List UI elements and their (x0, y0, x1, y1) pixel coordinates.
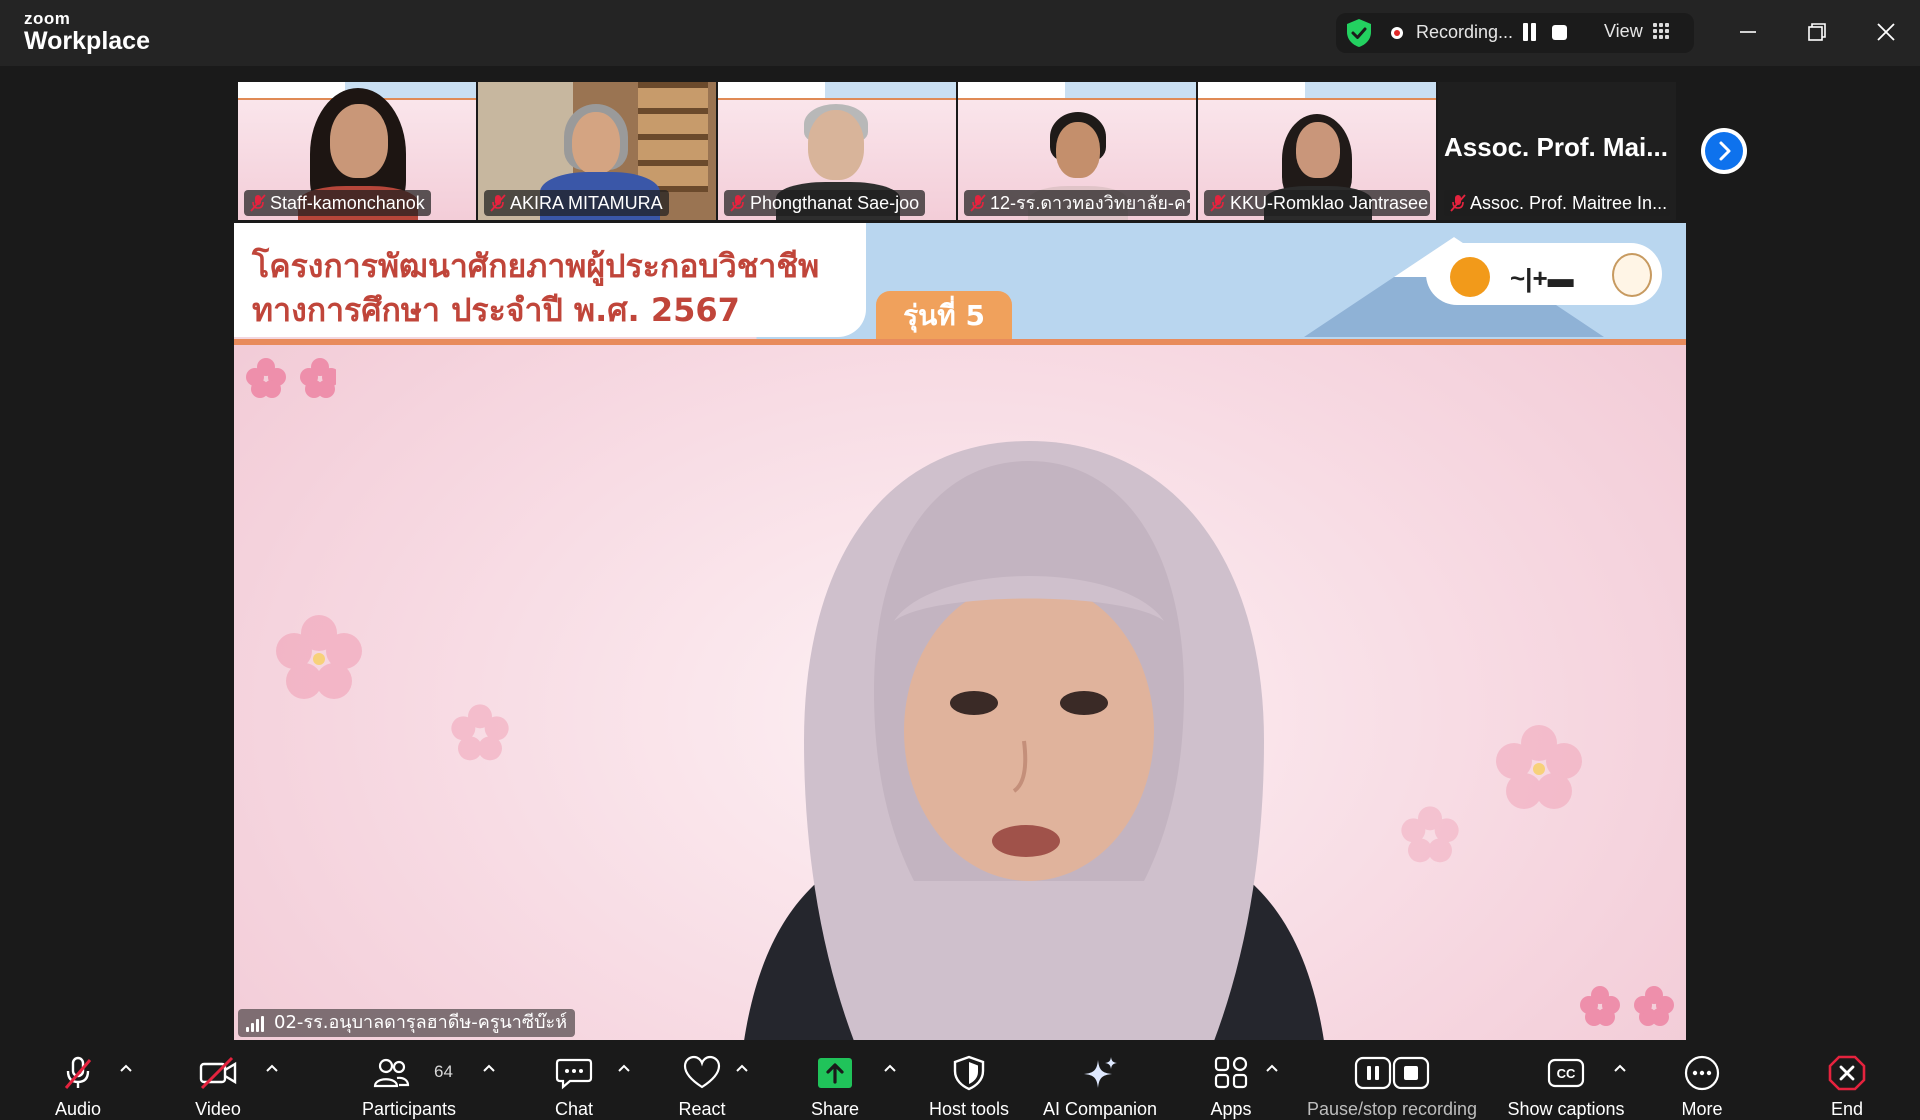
sakura-decoration (451, 704, 509, 761)
restore-icon (1808, 23, 1826, 41)
thumbnail-name-label: Assoc. Prof. Maitree In... (1444, 190, 1670, 216)
recording-dot-icon (1391, 27, 1403, 39)
audio-options-caret-icon[interactable] (118, 1062, 134, 1074)
participant-thumbnail[interactable]: Phongthanat Sae-joo (718, 82, 956, 220)
next-page-button[interactable] (1701, 128, 1747, 174)
close-button[interactable] (1866, 14, 1906, 50)
pause-stop-recording-icon (1354, 1056, 1430, 1090)
zoom-workplace-logo: zoom Workplace (24, 10, 150, 54)
participants-options-caret-icon[interactable] (481, 1062, 497, 1074)
chat-button[interactable]: Chat (544, 1040, 604, 1120)
active-speaker-name-label: 02-รร.อนุบาลดารุลฮาดีษ-ครูนาซีบ๊ะห์ (238, 1009, 576, 1037)
closed-captions-icon: CC (1547, 1058, 1585, 1088)
connection-signal-icon (246, 1016, 266, 1032)
ai-companion-button[interactable]: AI Companion (1036, 1040, 1164, 1120)
microphone-muted-icon (64, 1056, 92, 1089)
minimize-icon (1740, 31, 1756, 33)
video-options-caret-icon[interactable] (264, 1062, 280, 1074)
stop-recording-icon[interactable] (1552, 25, 1567, 40)
participant-thumbnail[interactable]: Assoc. Prof. Mai... Assoc. Prof. Maitree… (1438, 82, 1676, 220)
pause-recording-icon[interactable] (1522, 23, 1538, 43)
more-button[interactable]: More (1674, 1040, 1730, 1120)
logo-small-text: zoom (24, 9, 71, 28)
thumbnail-name-label: Staff-kamonchanok (244, 190, 431, 216)
chat-options-caret-icon[interactable] (616, 1062, 632, 1074)
share-screen-icon (818, 1058, 852, 1088)
chevron-right-icon (1719, 141, 1731, 161)
mic-muted-icon (1210, 194, 1226, 212)
end-meeting-icon (1828, 1055, 1866, 1091)
close-icon (1877, 23, 1895, 41)
share-button[interactable]: Share (800, 1040, 870, 1120)
camera-off-icon (199, 1056, 237, 1090)
participant-thumbnail[interactable]: KKU-Romklao Jantrasee (1198, 82, 1436, 220)
mic-muted-icon (490, 194, 506, 212)
pause-stop-recording-button[interactable]: Pause/stop recording (1300, 1040, 1484, 1120)
react-button[interactable]: React (670, 1040, 734, 1120)
apps-grid-icon (1214, 1056, 1248, 1089)
slide-logo-text: ~|+▬ (1510, 263, 1574, 293)
host-tools-button[interactable]: Host tools (922, 1040, 1016, 1120)
grid-view-icon[interactable] (1653, 23, 1669, 39)
encryption-shield-icon[interactable] (1345, 18, 1373, 48)
audio-button[interactable]: Audio (40, 1040, 116, 1120)
logo-big-text: Workplace (24, 27, 150, 55)
sakura-decoration (246, 358, 336, 398)
minimize-button[interactable] (1728, 14, 1768, 50)
slide-generation-badge: รุ่นที่ 5 (876, 291, 1012, 339)
mic-muted-icon (730, 194, 746, 212)
university-seal-icon (1612, 253, 1652, 297)
apps-options-caret-icon[interactable] (1264, 1062, 1280, 1074)
participants-icon (374, 1058, 410, 1088)
thumbnail-name-label: KKU-Romklao Jantrasee (1204, 190, 1430, 216)
active-speaker-video[interactable]: โครงการพัฒนาศักยภาพผู้ประกอบวิชาชีพ ทางก… (234, 223, 1686, 1041)
participant-thumbnail-strip: Staff-kamonchanok AKIRA MITAMURA Phongth… (238, 82, 1682, 220)
svg-text:CC: CC (1557, 1066, 1576, 1081)
speaker-figure (744, 441, 1324, 1041)
organization-logo-icon (1450, 257, 1490, 297)
chat-bubble-icon (555, 1058, 593, 1090)
thumbnail-name-label: 12-รร.ดาวทองวิทยาลัย-คร... (964, 190, 1190, 216)
sakura-decoration (1496, 725, 1582, 809)
sakura-decoration (1401, 806, 1459, 863)
sparkle-icon (1084, 1057, 1117, 1088)
meeting-toolbar: Audio Video Participants 64 Chat React S… (0, 1040, 1920, 1120)
participant-thumbnail[interactable]: AKIRA MITAMURA (478, 82, 716, 220)
recording-status: Recording... (1416, 22, 1514, 42)
heart-icon (683, 1055, 721, 1089)
mic-muted-icon (970, 194, 986, 212)
mic-muted-icon (1450, 194, 1466, 212)
apps-button[interactable]: Apps (1204, 1040, 1258, 1120)
share-options-caret-icon[interactable] (882, 1062, 898, 1074)
thumbnail-name-label: AKIRA MITAMURA (484, 190, 669, 216)
thumbnail-name-label: Phongthanat Sae-joo (724, 190, 926, 216)
video-button[interactable]: Video (178, 1040, 258, 1120)
participant-thumbnail[interactable]: 12-รร.ดาวทองวิทยาลัย-คร... (958, 82, 1196, 220)
show-captions-button[interactable]: CC Show captions (1500, 1040, 1632, 1120)
mic-muted-icon (250, 194, 266, 212)
slide-title-line2: ทางการศึกษา ประจำปี พ.ศ. 2567 (252, 291, 740, 329)
video-off-name: Assoc. Prof. Mai... (1444, 132, 1668, 162)
more-options-icon (1684, 1055, 1720, 1091)
participant-thumbnail[interactable]: Staff-kamonchanok (238, 82, 476, 220)
sakura-decoration (276, 615, 362, 699)
shield-icon (953, 1055, 985, 1091)
end-meeting-button[interactable]: End (1824, 1040, 1870, 1120)
participant-count: 64 (434, 1062, 453, 1081)
restore-button[interactable] (1797, 14, 1837, 50)
captions-options-caret-icon[interactable] (1612, 1062, 1628, 1074)
view-button[interactable]: View (1604, 21, 1643, 42)
react-options-caret-icon[interactable] (734, 1062, 750, 1074)
sakura-decoration (1580, 986, 1674, 1026)
title-bar: zoom Workplace Recording... View (0, 0, 1920, 66)
